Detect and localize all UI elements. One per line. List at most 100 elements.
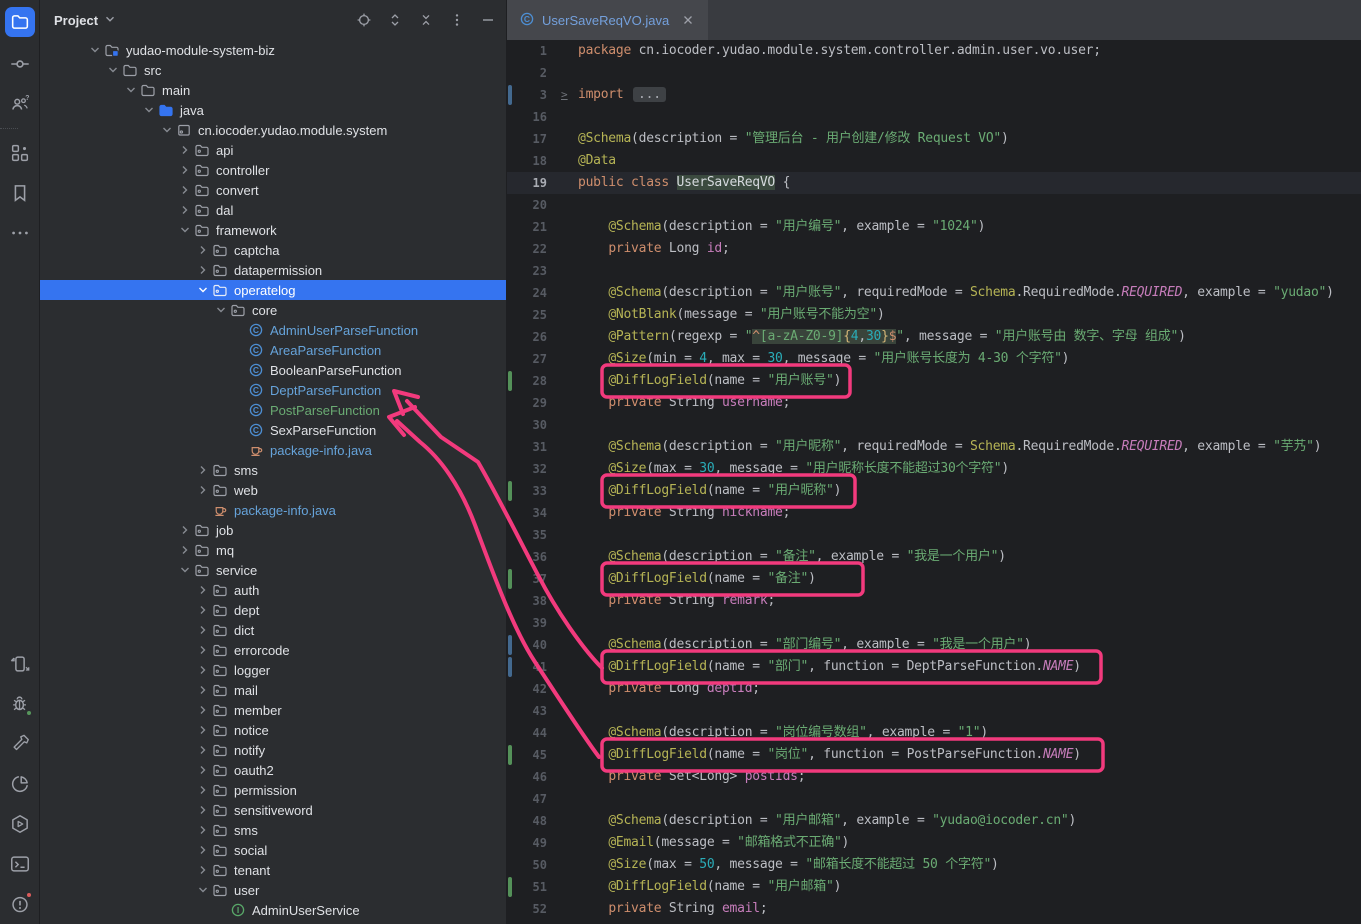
locate-icon[interactable]: [356, 12, 372, 28]
tree-item-api[interactable]: api: [40, 140, 506, 160]
tree-item-core[interactable]: core: [40, 300, 506, 320]
commit-icon[interactable]: [0, 44, 40, 84]
code-line-16[interactable]: 16: [507, 106, 1361, 128]
tree-item-controller[interactable]: controller: [40, 160, 506, 180]
code-line-25[interactable]: 25 @NotBlank(message = "用户账号不能为空"): [507, 304, 1361, 326]
chevron-collapsed-icon[interactable]: [194, 482, 212, 498]
chevron-expanded-icon[interactable]: [194, 882, 212, 898]
tree-item-web[interactable]: web: [40, 480, 506, 500]
terminal-icon[interactable]: [0, 844, 40, 884]
more-icon[interactable]: [449, 12, 465, 28]
hide-icon[interactable]: [480, 12, 496, 28]
tree-item-convert[interactable]: convert: [40, 180, 506, 200]
code-line-50[interactable]: 50 @Size(max = 50, message = "邮箱长度不能超过 5…: [507, 854, 1361, 876]
chevron-collapsed-icon[interactable]: [194, 822, 212, 838]
code-line-23[interactable]: 23: [507, 260, 1361, 282]
code-line-2[interactable]: 2: [507, 62, 1361, 84]
code-line-46[interactable]: 46 private Set<Long> postIds;: [507, 766, 1361, 788]
tree-item-oauth2[interactable]: oauth2: [40, 760, 506, 780]
tree-item-areaparsefunction[interactable]: CAreaParseFunction: [40, 340, 506, 360]
tree-item-src[interactable]: src: [40, 60, 506, 80]
debug-icon[interactable]: [0, 684, 40, 724]
tree-item-logger[interactable]: logger: [40, 660, 506, 680]
code-line-3[interactable]: 3>import ...: [507, 84, 1361, 106]
tree-item-notify[interactable]: notify: [40, 740, 506, 760]
code-line-31[interactable]: 31 @Schema(description = "用户昵称", require…: [507, 436, 1361, 458]
structure-icon[interactable]: [0, 133, 40, 173]
tree-item-job[interactable]: job: [40, 520, 506, 540]
chevron-expanded-icon[interactable]: [176, 222, 194, 238]
tree-item-sensitiveword[interactable]: sensitiveword: [40, 800, 506, 820]
chevron-collapsed-icon[interactable]: [176, 542, 194, 558]
close-icon[interactable]: [680, 12, 696, 28]
code-line-41[interactable]: 41 @DiffLogField(name = "部门", function =…: [507, 656, 1361, 678]
more-icon[interactable]: [0, 213, 40, 253]
tree-item-dal[interactable]: dal: [40, 200, 506, 220]
tree-item-postparsefunction[interactable]: CPostParseFunction: [40, 400, 506, 420]
code-line-51[interactable]: 51 @DiffLogField(name = "用户邮箱"): [507, 876, 1361, 898]
code-line-32[interactable]: 32 @Size(max = 30, message = "用户昵称长度不能超过…: [507, 458, 1361, 480]
tree-item-operatelog[interactable]: operatelog: [40, 280, 506, 300]
code-line-48[interactable]: 48 @Schema(description = "用户邮箱", example…: [507, 810, 1361, 832]
code-line-19[interactable]: 19public class UserSaveReqVO {: [507, 172, 1361, 194]
chevron-collapsed-icon[interactable]: [194, 642, 212, 658]
expand-all-icon[interactable]: [387, 12, 403, 28]
chevron-collapsed-icon[interactable]: [176, 142, 194, 158]
tree-item-mail[interactable]: mail: [40, 680, 506, 700]
tree-item-adminuserservice[interactable]: IAdminUserService: [40, 900, 506, 920]
bookmarks-icon[interactable]: [0, 173, 40, 213]
code-line-37[interactable]: 37 @DiffLogField(name = "备注"): [507, 568, 1361, 590]
chevron-expanded-icon[interactable]: [104, 62, 122, 78]
tree-item-notice[interactable]: notice: [40, 720, 506, 740]
tree-item-mq[interactable]: mq: [40, 540, 506, 560]
code-line-40[interactable]: 40 @Schema(description = "部门编号", example…: [507, 634, 1361, 656]
tree-item-sms[interactable]: sms: [40, 460, 506, 480]
code-line-24[interactable]: 24 @Schema(description = "用户账号", require…: [507, 282, 1361, 304]
tree-item-sexparsefunction[interactable]: CSexParseFunction: [40, 420, 506, 440]
code-line-33[interactable]: 33 @DiffLogField(name = "用户昵称"): [507, 480, 1361, 502]
tree-item-cn-iocoder-yudao-module-system[interactable]: cn.iocoder.yudao.module.system: [40, 120, 506, 140]
tree-item-package-info-java[interactable]: package-info.java: [40, 440, 506, 460]
tree-item-tenant[interactable]: tenant: [40, 860, 506, 880]
chevron-collapsed-icon[interactable]: [176, 522, 194, 538]
tree-item-package-info-java[interactable]: package-info.java: [40, 500, 506, 520]
tree-item-dict[interactable]: dict: [40, 620, 506, 640]
chevron-expanded-icon[interactable]: [140, 102, 158, 118]
tree-item-service[interactable]: service: [40, 560, 506, 580]
project-icon[interactable]: [0, 0, 40, 44]
code-line-28[interactable]: 28 @DiffLogField(name = "用户账号"): [507, 370, 1361, 392]
code-line-47[interactable]: 47: [507, 788, 1361, 810]
code-line-38[interactable]: 38 private String remark;: [507, 590, 1361, 612]
code-line-1[interactable]: 1package cn.iocoder.yudao.module.system.…: [507, 40, 1361, 62]
chevron-expanded-icon[interactable]: [194, 282, 212, 298]
chevron-collapsed-icon[interactable]: [194, 742, 212, 758]
chevron-collapsed-icon[interactable]: [194, 662, 212, 678]
code-line-27[interactable]: 27 @Size(min = 4, max = 30, message = "用…: [507, 348, 1361, 370]
code-line-30[interactable]: 30: [507, 414, 1361, 436]
code-line-36[interactable]: 36 @Schema(description = "备注", example =…: [507, 546, 1361, 568]
tree-item-user[interactable]: user: [40, 880, 506, 900]
chevron-collapsed-icon[interactable]: [194, 762, 212, 778]
code-line-21[interactable]: 21 @Schema(description = "用户编号", example…: [507, 216, 1361, 238]
chevron-collapsed-icon[interactable]: [176, 162, 194, 178]
tab-usersavereqvo[interactable]: C UserSaveReqVO.java: [507, 0, 708, 40]
code-line-52[interactable]: 52 private String email;: [507, 898, 1361, 920]
chevron-collapsed-icon[interactable]: [194, 462, 212, 478]
build-icon[interactable]: [0, 724, 40, 764]
chevron-collapsed-icon[interactable]: [194, 242, 212, 258]
chevron-collapsed-icon[interactable]: [194, 582, 212, 598]
tree-item-errorcode[interactable]: errorcode: [40, 640, 506, 660]
chevron-expanded-icon[interactable]: [176, 562, 194, 578]
code-line-44[interactable]: 44 @Schema(description = "岗位编号数组", examp…: [507, 722, 1361, 744]
chevron-collapsed-icon[interactable]: [194, 702, 212, 718]
collapse-all-icon[interactable]: [418, 12, 434, 28]
code-line-49[interactable]: 49 @Email(message = "邮箱格式不正确"): [507, 832, 1361, 854]
tree-item-member[interactable]: member: [40, 700, 506, 720]
profiler-icon[interactable]: [0, 764, 40, 804]
code-line-45[interactable]: 45 @DiffLogField(name = "岗位", function =…: [507, 744, 1361, 766]
chevron-collapsed-icon[interactable]: [194, 862, 212, 878]
chevron-collapsed-icon[interactable]: [194, 722, 212, 738]
chevron-collapsed-icon[interactable]: [194, 802, 212, 818]
code-with-me-icon[interactable]: ?: [0, 84, 40, 124]
tree-item-framework[interactable]: framework: [40, 220, 506, 240]
